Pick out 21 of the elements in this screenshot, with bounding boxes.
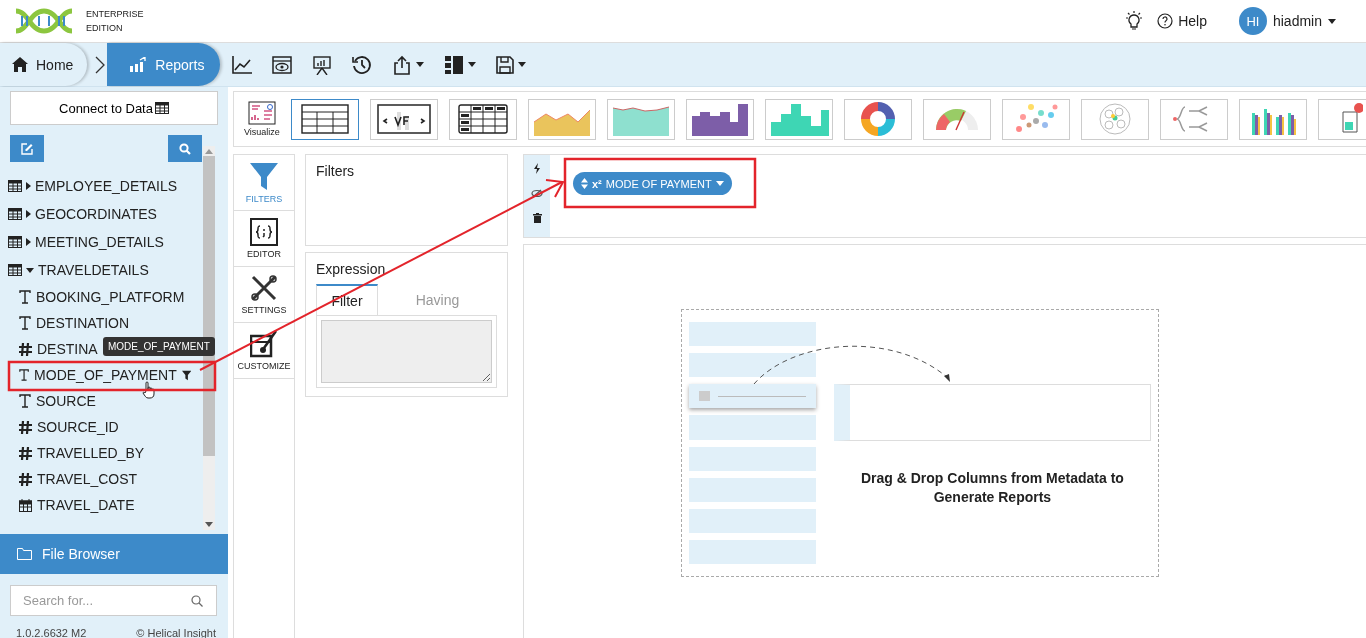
logo-text: EDITION <box>86 22 124 35</box>
column-name: DESTINA <box>37 341 98 357</box>
table-name: MEETING_DETAILS <box>35 234 164 250</box>
table-name: GEOCORDINATES <box>35 206 157 222</box>
column-name: TRAVELLED_BY <box>37 445 145 461</box>
column-name: TRAVEL_COST <box>37 471 138 487</box>
panel-title: Expression <box>316 261 387 277</box>
column-name: TRAVEL_DATE <box>37 497 135 513</box>
file-browser-label: File Browser <box>42 546 120 562</box>
column-name: SOURCE <box>36 393 96 409</box>
column-name: DESTINATION <box>36 315 130 331</box>
table-name: EMPLOYEE_DETAILS <box>35 178 178 194</box>
logo-text: ENTERPRISE <box>86 8 144 21</box>
panel-title: Filters <box>316 163 355 179</box>
column-name: BOOKING_PLATFORM <box>36 289 185 305</box>
tooltip: MODE_OF_PAYMENT <box>103 337 215 356</box>
column-name: SOURCE_ID <box>37 419 119 435</box>
version-text: 1.0.2.6632 M2 <box>16 627 87 638</box>
drop-hint: Drag & Drop Columns from Metadata to Generate Reports <box>859 469 1125 507</box>
column-name: MODE_OF_PAYMENT <box>34 367 177 383</box>
table-name: TRAVELDETAILS <box>38 262 149 278</box>
